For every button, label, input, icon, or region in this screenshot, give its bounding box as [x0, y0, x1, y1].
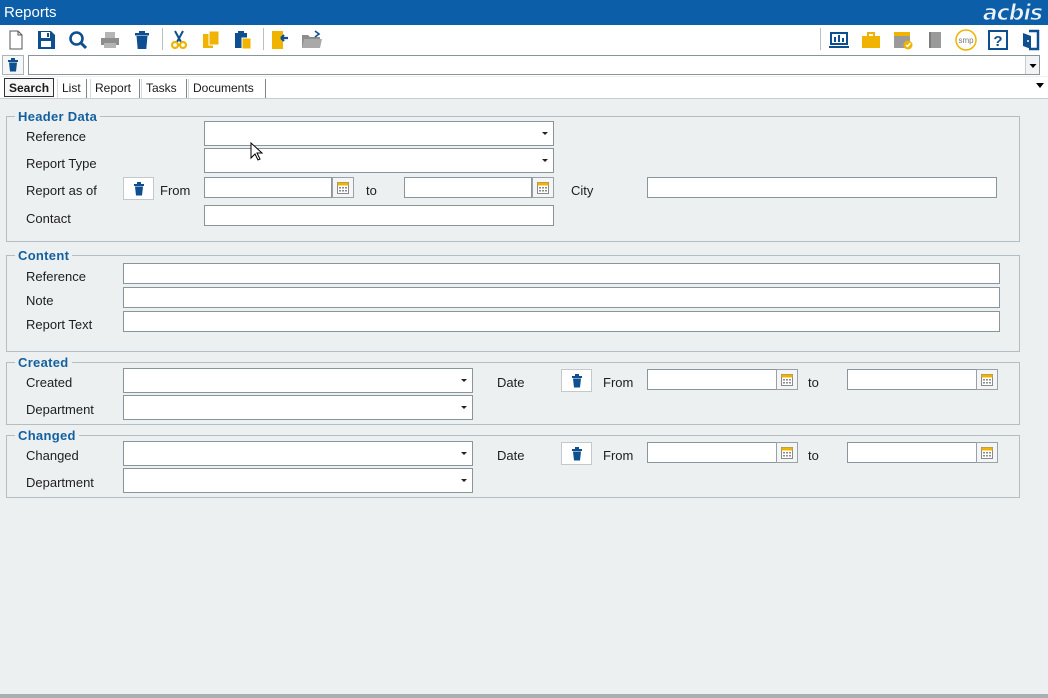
created-from-label: From	[603, 375, 634, 390]
toolbar-separator	[263, 28, 264, 50]
toolbar-separator	[162, 28, 163, 50]
svg-text:?: ?	[993, 33, 1002, 50]
from-label: From	[160, 183, 191, 198]
tab-search[interactable]: Search	[4, 78, 54, 97]
created-to-date-input[interactable]	[847, 369, 977, 390]
clear-filter-button[interactable]	[2, 55, 24, 75]
tab-tasks[interactable]: Tasks	[141, 79, 187, 98]
filter-bar	[0, 54, 1048, 76]
briefcase-icon[interactable]	[859, 28, 883, 52]
reference-label: Reference	[26, 129, 86, 144]
chevron-down-icon	[461, 452, 467, 455]
changed-department-select[interactable]	[123, 468, 473, 493]
tab-list[interactable]: List	[57, 79, 87, 98]
report-from-date-input[interactable]	[204, 177, 332, 198]
title-bar: Reports acbis	[0, 0, 1048, 27]
changed-legend: Changed	[15, 428, 79, 443]
window-bottom-border	[0, 694, 1048, 698]
smp-icon[interactable]: smp	[954, 28, 978, 52]
content-legend: Content	[15, 248, 73, 263]
changed-date-label: Date	[497, 448, 525, 463]
changed-from-label: From	[603, 448, 634, 463]
report-as-of-label: Report as of	[26, 183, 97, 198]
city-input[interactable]	[647, 177, 997, 198]
report-text-input[interactable]	[123, 311, 1000, 332]
calendar-icon[interactable]	[976, 442, 998, 463]
changed-by-select[interactable]	[123, 441, 473, 466]
created-from-date-input[interactable]	[647, 369, 777, 390]
cut-icon[interactable]	[167, 28, 191, 52]
note-input[interactable]	[123, 287, 1000, 308]
monitor-icon[interactable]	[827, 28, 851, 52]
created-date-label: Date	[497, 375, 525, 390]
svg-text:smp: smp	[958, 36, 974, 45]
chevron-down-icon	[461, 479, 467, 482]
open-folder-icon[interactable]	[300, 28, 324, 52]
tab-bar: Search List Report Tasks Documents	[0, 77, 1048, 99]
changed-label: Changed	[26, 448, 79, 463]
tab-report[interactable]: Report	[90, 79, 140, 98]
calendar-icon[interactable]	[976, 369, 998, 390]
created-to-label: to	[808, 375, 819, 390]
tabs-overflow-icon[interactable]	[1036, 83, 1044, 88]
print-icon[interactable]	[98, 28, 122, 52]
changed-department-label: Department	[26, 475, 94, 490]
chevron-down-icon[interactable]	[1025, 56, 1039, 74]
calendar-icon[interactable]	[776, 369, 798, 390]
changed-to-label: to	[808, 448, 819, 463]
contact-label: Contact	[26, 211, 71, 226]
report-type-label: Report Type	[26, 156, 97, 171]
created-department-select[interactable]	[123, 395, 473, 420]
note-label: Note	[26, 293, 54, 308]
content-reference-input[interactable]	[123, 263, 1000, 284]
filter-select[interactable]	[28, 55, 1040, 75]
delete-icon[interactable]	[130, 28, 154, 52]
save-icon[interactable]	[34, 28, 58, 52]
changed-from-date-input[interactable]	[647, 442, 777, 463]
exit-icon[interactable]	[1018, 28, 1042, 52]
report-text-label: Report Text	[26, 317, 93, 332]
report-to-date-input[interactable]	[404, 177, 532, 198]
help-icon[interactable]: ?	[986, 28, 1010, 52]
chevron-down-icon	[542, 132, 548, 135]
contact-input[interactable]	[204, 205, 554, 226]
calendar-icon[interactable]	[776, 442, 798, 463]
chevron-down-icon	[461, 406, 467, 409]
copy-icon[interactable]	[199, 28, 223, 52]
toolbar-separator	[820, 28, 821, 50]
calendar-check-icon[interactable]	[891, 28, 915, 52]
created-department-label: Department	[26, 402, 94, 417]
content-reference-label: Reference	[26, 269, 86, 284]
chevron-down-icon	[542, 159, 548, 162]
changed-to-date-input[interactable]	[847, 442, 977, 463]
clear-created-date-button[interactable]	[561, 369, 592, 392]
chevron-down-icon	[461, 379, 467, 382]
window-title: Reports	[4, 4, 57, 21]
new-icon[interactable]	[4, 28, 28, 52]
paste-icon[interactable]	[231, 28, 255, 52]
tab-documents[interactable]: Documents	[188, 79, 266, 98]
created-by-select[interactable]	[123, 368, 473, 393]
calendar-icon[interactable]	[532, 177, 554, 198]
import-icon[interactable]	[268, 28, 292, 52]
clear-date-button[interactable]	[123, 177, 154, 200]
mouse-cursor-icon	[250, 142, 264, 161]
created-label: Created	[26, 375, 73, 390]
to-label: to	[366, 183, 377, 198]
clear-changed-date-button[interactable]	[561, 442, 592, 465]
book-icon[interactable]	[923, 28, 947, 52]
created-legend: Created	[15, 355, 72, 370]
search-icon[interactable]	[66, 28, 90, 52]
toolbar: smp ?	[0, 25, 1048, 54]
header-data-legend: Header Data	[15, 109, 101, 124]
acbis-logo: acbis	[982, 1, 1043, 27]
calendar-icon[interactable]	[332, 177, 354, 198]
city-label: City	[571, 183, 594, 198]
